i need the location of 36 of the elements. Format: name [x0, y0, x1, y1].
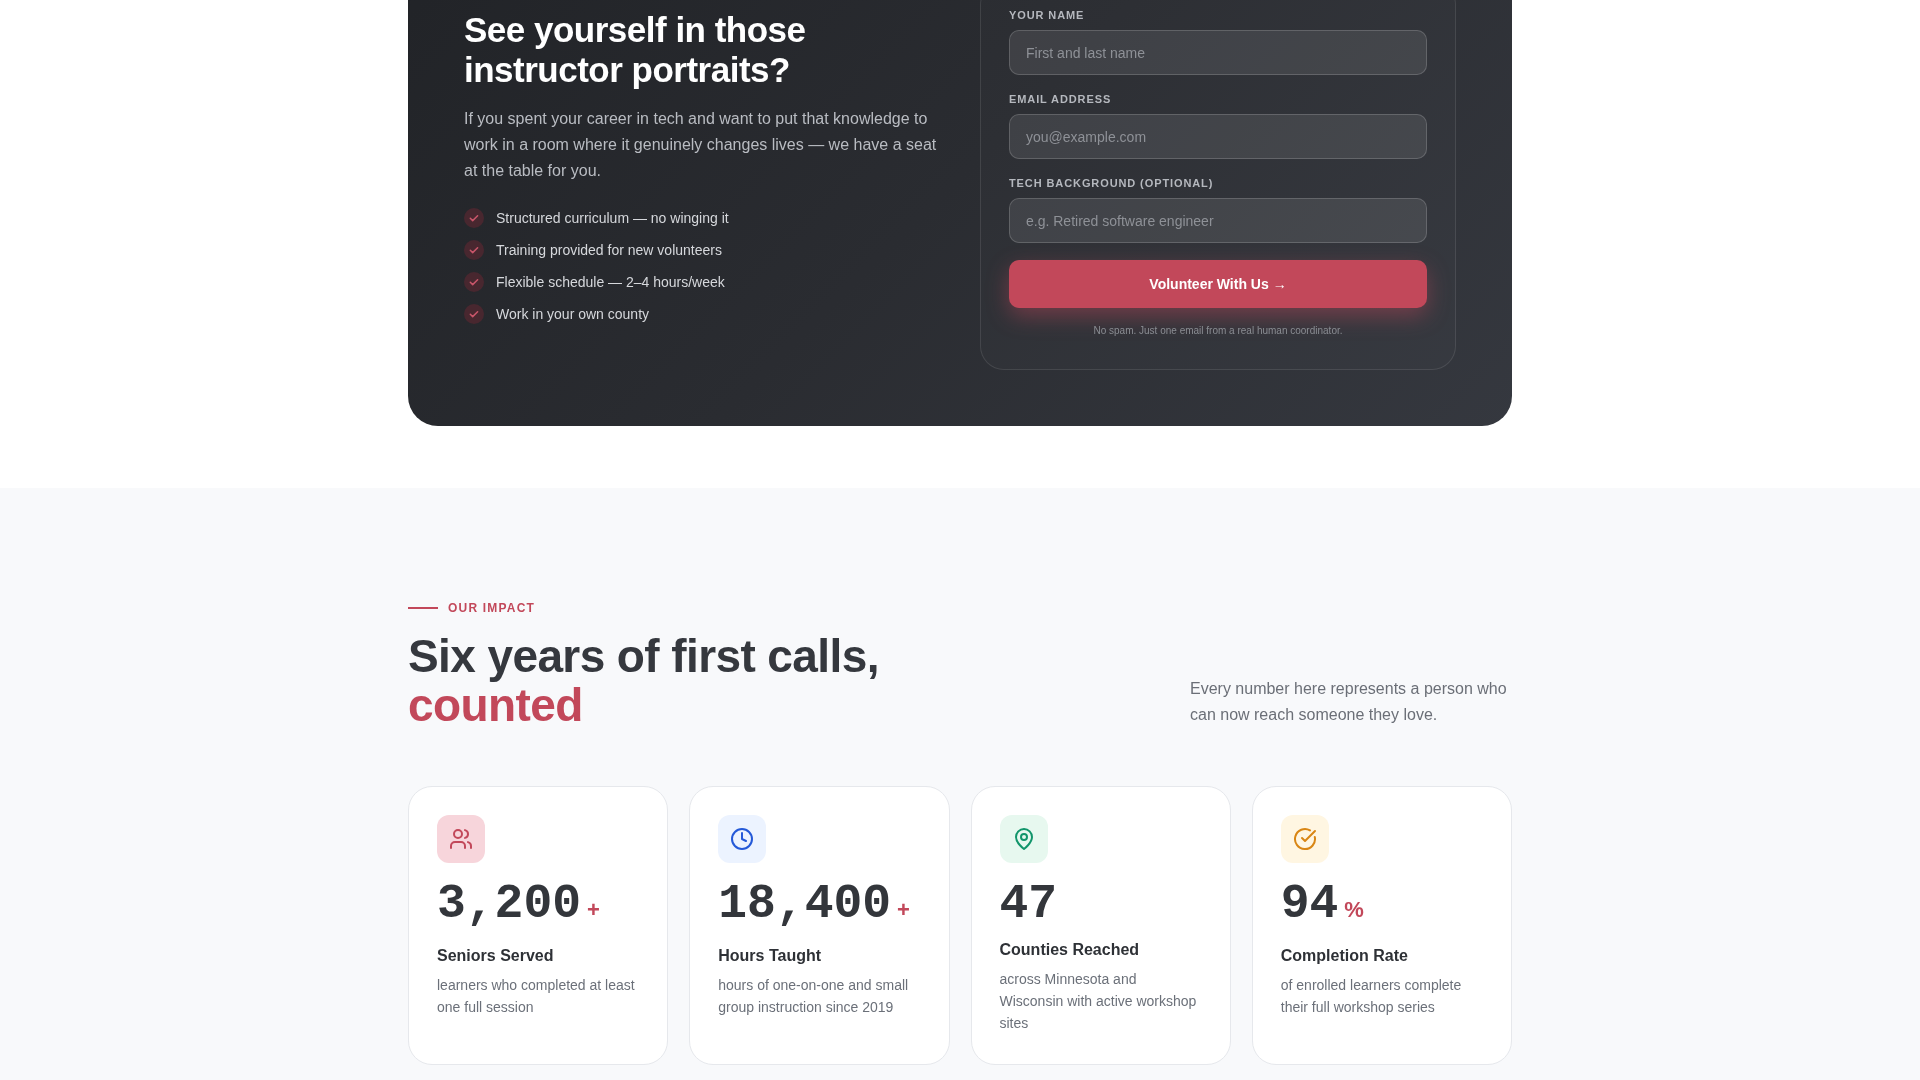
section-heading: Six years of first calls, counted	[408, 632, 879, 730]
eyebrow-label: OUR IMPACT	[448, 600, 536, 616]
benefit-text: Flexible schedule — 2–4 hours/week	[496, 272, 725, 291]
check-icon	[464, 271, 484, 292]
check-icon	[464, 207, 484, 228]
benefit-text: Structured curriculum — no winging it	[496, 208, 729, 227]
volunteer-button[interactable]: Volunteer With Us →	[1009, 260, 1427, 308]
stat-label: Completion Rate	[1280, 946, 1409, 966]
field-label: TECH BACKGROUND (OPTIONAL)	[1009, 176, 1214, 190]
cta-description: If you spent your career in tech and want to put that knowledge to work in a room where it genuinely changes lives — we have a seat at the table for you.	[464, 108, 938, 181]
stat-value: 18,400	[718, 880, 892, 928]
stat-label: Seniors Served	[437, 946, 555, 966]
form-note: No spam. Just one email from a real human coordinator.	[1093, 325, 1343, 337]
stat-suffix: +	[587, 896, 600, 924]
benefit-text: Work in your own county	[496, 304, 650, 323]
stat-suffix: +	[897, 896, 910, 924]
cta-heading: See yourself in those instructor portraits?	[464, 9, 807, 90]
stat-description: of enrolled learners complete their full workshop series	[1280, 976, 1463, 1017]
stat-suffix: %	[1344, 896, 1364, 924]
check-icon	[464, 303, 484, 324]
stat-value: 47	[999, 880, 1058, 928]
stat-label: Counties Reached	[999, 940, 1141, 960]
stat-description: hours of one-on-one and small group instruction since 2019	[718, 976, 910, 1017]
section-description: Every number here represents a person who can now reach someone they love.	[1190, 679, 1508, 725]
check-icon	[464, 239, 484, 260]
clock-icon	[718, 815, 767, 863]
stat-description: across Minnesota and Wisconsin with active workshop sites	[999, 970, 1198, 1033]
stat-value: 3,200	[437, 880, 582, 928]
stat-description: learners who completed at least one full session	[437, 976, 636, 1017]
stat-value: 94	[1280, 880, 1339, 928]
field-label: YOUR NAME	[1009, 8, 1085, 22]
benefit-text: Training provided for new volunteers	[496, 240, 722, 259]
stat-label: Hours Taught	[718, 946, 823, 966]
field-label: EMAIL ADDRESS	[1009, 92, 1112, 106]
people-icon	[437, 815, 485, 863]
map-pin-icon	[999, 815, 1048, 863]
